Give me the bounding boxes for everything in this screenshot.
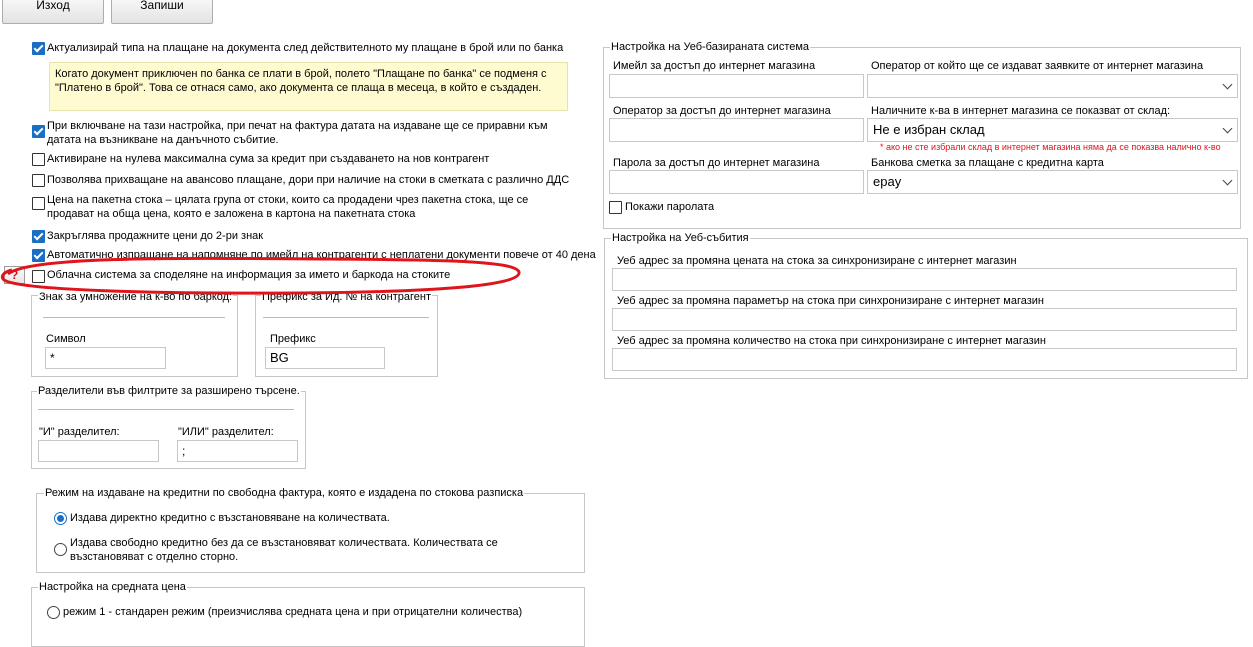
web-events-legend: Настройка на Уеб-събития (611, 232, 750, 244)
option-checkbox-advance-payment[interactable] (32, 174, 45, 187)
qty-warehouse-select[interactable]: Не е избран склад (867, 118, 1238, 142)
divider (38, 409, 294, 410)
symbol-input[interactable]: * (45, 347, 166, 369)
option-label: Актуализирай типа на плащане на документ… (47, 42, 564, 54)
option-label: Закръглява продажните цени до 2-ри знак (47, 230, 264, 242)
email-label: Имейл за достъп до интернет магазина (613, 60, 816, 72)
chevron-down-icon (1222, 175, 1233, 186)
operator-access-input[interactable] (609, 118, 864, 142)
param-url-input[interactable] (612, 308, 1237, 331)
credit-mode-radio-direct[interactable] (54, 512, 67, 525)
info-note-text: Когато документ приключен по банка се пл… (55, 68, 547, 94)
qty-warehouse-label: Наличните к-ва в интернет магазина се по… (871, 105, 1171, 117)
web-system-legend: Настройка на Уеб-базираната система (610, 41, 811, 53)
option-checkbox-round-prices[interactable] (32, 230, 45, 243)
option-label: При включване на тази настройка, при печ… (47, 120, 548, 146)
option-checkbox-zero-credit[interactable] (32, 153, 45, 166)
param-url-label: Уеб адрес за промяна параметър на стока … (617, 295, 1045, 307)
separators-legend: Разделители във филтрите за разширено тъ… (37, 385, 301, 397)
bank-account-label: Банкова сметка за плащане с кредитна кар… (871, 157, 1104, 169)
divider (43, 317, 225, 318)
chevron-down-icon (1222, 79, 1233, 90)
price-url-input[interactable] (612, 268, 1237, 291)
prefix-label: Префикс (270, 333, 316, 345)
or-separator-input[interactable]: ; (177, 440, 298, 462)
qty-url-label: Уеб адрес за промяна количество на стока… (617, 335, 1046, 347)
qty-url-input[interactable] (612, 348, 1237, 371)
avg-price-legend: Настройка на средната цена (38, 581, 187, 593)
divider (263, 317, 429, 318)
avg-price-option-label: режим 1 - стандарен режим (преизчислява … (63, 606, 523, 618)
chevron-down-icon (1222, 123, 1233, 134)
and-separator-input[interactable] (38, 440, 159, 462)
symbol-label: Символ (46, 333, 86, 345)
save-button[interactable]: Запиши (111, 0, 213, 24)
operator-access-label: Оператор за достъп до интернет магазина (613, 105, 831, 117)
highlight-circle (0, 256, 521, 295)
password-label: Парола за достъп до интернет магазина (613, 157, 820, 169)
option-label: Цена на пакетна стока – цялата група от … (47, 194, 529, 220)
avg-price-radio-mode1[interactable] (47, 606, 60, 619)
credit-mode-option-label: Издава свободно кредитно без да се възст… (70, 537, 498, 563)
credit-mode-option-label: Издава директно кредитно с възстановяван… (70, 512, 390, 524)
bank-account-select[interactable]: epay (867, 170, 1238, 194)
bank-account-value: epay (873, 174, 902, 189)
email-input[interactable] (609, 74, 864, 98)
password-input[interactable] (609, 170, 864, 194)
info-note: Когато документ приключен по банка се пл… (49, 62, 568, 111)
or-separator-label: "ИЛИ" разделител: (178, 426, 274, 438)
option-label: Позволява прихващане на авансово плащане… (47, 174, 570, 186)
show-password-label: Покажи паролата (625, 201, 715, 213)
price-url-label: Уеб адрес за промяна цената на стока за … (617, 255, 1017, 267)
exit-button[interactable]: Изход (2, 0, 104, 24)
prefix-input[interactable]: BG (265, 347, 385, 369)
option-checkbox-update-payment[interactable] (32, 42, 45, 55)
and-separator-label: "И" разделител: (39, 426, 120, 438)
credit-mode-radio-free[interactable] (54, 543, 67, 556)
show-password-checkbox[interactable] (609, 201, 622, 214)
option-checkbox-package-price[interactable] (32, 197, 45, 210)
qty-warning: * ако не сте избрали склад в интернет ма… (880, 142, 1221, 152)
operator-issue-select[interactable] (867, 74, 1238, 98)
qty-warehouse-value: Не е избран склад (873, 122, 985, 137)
option-label: Активиране на нулева максимална сума за … (47, 153, 490, 165)
option-checkbox-invoice-date[interactable] (32, 125, 45, 138)
operator-issue-label: Оператор от който ще се издават заявките… (871, 60, 1204, 72)
credit-mode-legend: Режим на издаване на кредитни по свободн… (44, 487, 525, 499)
